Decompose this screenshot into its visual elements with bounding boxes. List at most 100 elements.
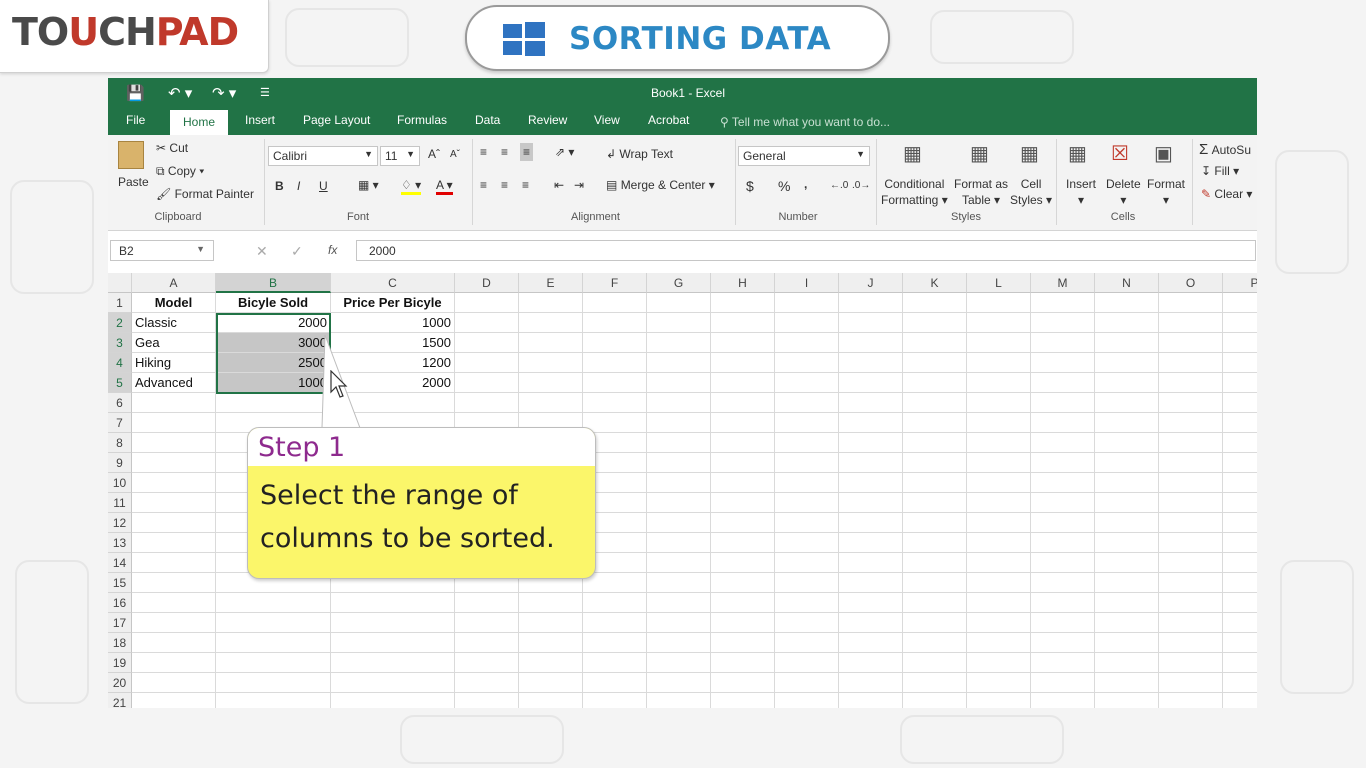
cell-f1[interactable] xyxy=(583,293,647,313)
cell-styles-button[interactable]: Cell Styles ▾ xyxy=(1010,176,1052,208)
cell-n16[interactable] xyxy=(1095,593,1159,613)
cell-p1[interactable] xyxy=(1223,293,1257,313)
autosum-button[interactable]: Σ AutoSu xyxy=(1199,141,1251,158)
cell-h15[interactable] xyxy=(711,573,775,593)
cell-c17[interactable] xyxy=(331,613,455,633)
cell-k9[interactable] xyxy=(903,453,967,473)
row-header-16[interactable]: 16 xyxy=(108,593,132,613)
name-box[interactable]: B2 ▼ xyxy=(110,240,214,261)
cell-i1[interactable] xyxy=(775,293,839,313)
column-header-m[interactable]: M xyxy=(1031,273,1095,293)
cell-o15[interactable] xyxy=(1159,573,1223,593)
cell-i10[interactable] xyxy=(775,473,839,493)
save-icon[interactable]: 💾 xyxy=(126,84,145,102)
cell-j12[interactable] xyxy=(839,513,903,533)
cell-i3[interactable] xyxy=(775,333,839,353)
decrease-font-icon[interactable]: Aˇ xyxy=(450,149,460,160)
cell-o13[interactable] xyxy=(1159,533,1223,553)
cell-p3[interactable] xyxy=(1223,333,1257,353)
cell-a19[interactable] xyxy=(132,653,216,673)
cell-g4[interactable] xyxy=(647,353,711,373)
cell-k11[interactable] xyxy=(903,493,967,513)
insert-cells-button[interactable]: Insert ▾ xyxy=(1066,176,1096,208)
italic-button[interactable]: I xyxy=(297,179,300,193)
cell-k8[interactable] xyxy=(903,433,967,453)
cell-g5[interactable] xyxy=(647,373,711,393)
cell-o12[interactable] xyxy=(1159,513,1223,533)
cell-b1[interactable]: Bicyle Sold xyxy=(216,293,331,313)
cell-o11[interactable] xyxy=(1159,493,1223,513)
cell-i21[interactable] xyxy=(775,693,839,708)
cell-h8[interactable] xyxy=(711,433,775,453)
cell-p14[interactable] xyxy=(1223,553,1257,573)
cell-p6[interactable] xyxy=(1223,393,1257,413)
cell-c20[interactable] xyxy=(331,673,455,693)
cell-p8[interactable] xyxy=(1223,433,1257,453)
cell-n1[interactable] xyxy=(1095,293,1159,313)
increase-indent-icon[interactable]: ⇥ xyxy=(574,178,584,192)
cell-a10[interactable] xyxy=(132,473,216,493)
cell-j8[interactable] xyxy=(839,433,903,453)
cell-l21[interactable] xyxy=(967,693,1031,708)
cell-b3[interactable]: 3000 xyxy=(216,333,331,353)
cell-i14[interactable] xyxy=(775,553,839,573)
cell-j10[interactable] xyxy=(839,473,903,493)
column-header-d[interactable]: D xyxy=(455,273,519,293)
cell-d16[interactable] xyxy=(455,593,519,613)
cell-i2[interactable] xyxy=(775,313,839,333)
copy-button[interactable]: ⧉ Copy ▾ xyxy=(156,164,204,179)
row-header-11[interactable]: 11 xyxy=(108,493,132,513)
cell-m3[interactable] xyxy=(1031,333,1095,353)
wrap-text-button[interactable]: ↲ Wrap Text xyxy=(606,147,673,161)
cell-l16[interactable] xyxy=(967,593,1031,613)
cell-a12[interactable] xyxy=(132,513,216,533)
cell-h16[interactable] xyxy=(711,593,775,613)
column-header-g[interactable]: G xyxy=(647,273,711,293)
cell-g15[interactable] xyxy=(647,573,711,593)
cell-j6[interactable] xyxy=(839,393,903,413)
cell-p11[interactable] xyxy=(1223,493,1257,513)
cell-e21[interactable] xyxy=(519,693,583,708)
cell-o20[interactable] xyxy=(1159,673,1223,693)
cell-a18[interactable] xyxy=(132,633,216,653)
cell-j19[interactable] xyxy=(839,653,903,673)
cell-o19[interactable] xyxy=(1159,653,1223,673)
cell-m15[interactable] xyxy=(1031,573,1095,593)
cell-l2[interactable] xyxy=(967,313,1031,333)
column-header-k[interactable]: K xyxy=(903,273,967,293)
cell-k4[interactable] xyxy=(903,353,967,373)
cell-a5[interactable]: Advanced xyxy=(132,373,216,393)
cell-g6[interactable] xyxy=(647,393,711,413)
cell-o10[interactable] xyxy=(1159,473,1223,493)
cell-l7[interactable] xyxy=(967,413,1031,433)
paste-icon[interactable] xyxy=(118,141,144,169)
cell-b17[interactable] xyxy=(216,613,331,633)
cell-p20[interactable] xyxy=(1223,673,1257,693)
cell-m19[interactable] xyxy=(1031,653,1095,673)
number-format-select[interactable]: General ▼ xyxy=(738,146,870,166)
tab-view[interactable]: View xyxy=(594,113,620,127)
cell-e1[interactable] xyxy=(519,293,583,313)
row-header-3[interactable]: 3 xyxy=(108,333,132,353)
cell-d20[interactable] xyxy=(455,673,519,693)
cell-f15[interactable] xyxy=(583,573,647,593)
column-header-j[interactable]: J xyxy=(839,273,903,293)
tab-acrobat[interactable]: Acrobat xyxy=(648,113,689,127)
tab-data[interactable]: Data xyxy=(475,113,500,127)
cell-a21[interactable] xyxy=(132,693,216,708)
cell-j18[interactable] xyxy=(839,633,903,653)
cell-l9[interactable] xyxy=(967,453,1031,473)
cell-h10[interactable] xyxy=(711,473,775,493)
cell-j11[interactable] xyxy=(839,493,903,513)
cell-o18[interactable] xyxy=(1159,633,1223,653)
cell-p9[interactable] xyxy=(1223,453,1257,473)
cell-i8[interactable] xyxy=(775,433,839,453)
cell-e16[interactable] xyxy=(519,593,583,613)
row-header-13[interactable]: 13 xyxy=(108,533,132,553)
cell-g9[interactable] xyxy=(647,453,711,473)
format-cells-button[interactable]: Format ▾ xyxy=(1147,176,1185,208)
cell-a3[interactable]: Gea xyxy=(132,333,216,353)
cell-c21[interactable] xyxy=(331,693,455,708)
cell-n12[interactable] xyxy=(1095,513,1159,533)
cell-j21[interactable] xyxy=(839,693,903,708)
